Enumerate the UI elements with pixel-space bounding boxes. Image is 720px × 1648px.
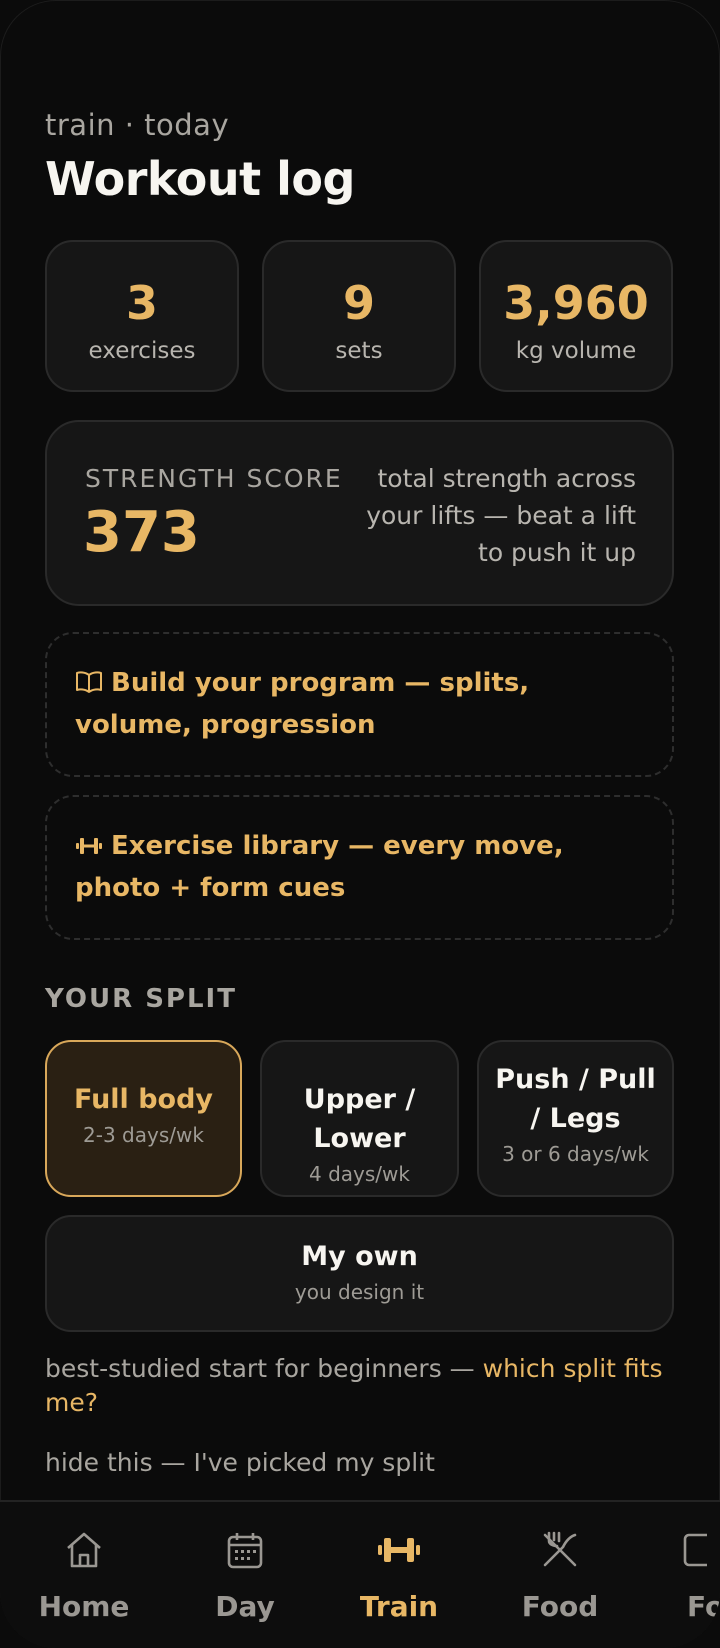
strength-score-description: total strength across your lifts — beat … [366,464,636,567]
strength-score-label: STRENGTH SCORE [85,464,343,493]
split-option-sub: 3 or 6 days/wk [502,1142,649,1166]
nav-tab-fo[interactable]: Fo [665,1526,720,1623]
strength-score-card: STRENGTH SCORE 373 total strength across… [45,420,674,606]
split-option-upper-lower[interactable]: Upper / Lower 4 days/wk [260,1040,459,1197]
nav-tab-label: Food [521,1590,599,1623]
bottom-nav: Home Day Train Food Fo [0,1500,720,1648]
dumbbell-icon [339,1526,459,1574]
split-hint: best-studied start for beginners — which… [45,1352,675,1420]
stat-label: kg volume [515,338,637,364]
nav-tab-label: Train [359,1590,439,1623]
split-heading: YOUR SPLIT [45,984,237,1014]
nav-tab-label: Home [38,1590,130,1623]
split-hint-text: best-studied start for beginners — [45,1354,483,1383]
stat-value: 3,960 [503,276,649,330]
stat-card-volume: 3,960 kg volume [479,240,673,392]
calendar-icon [185,1526,305,1574]
exercise-library-link[interactable]: Exercise library — every move, photo + f… [45,795,674,940]
split-option-name: Push / Pull / Legs [495,1064,656,1134]
exercise-library-label: Exercise library — every move, photo + f… [75,831,564,903]
split-option-full-body[interactable]: Full body 2-3 days/wk [45,1040,242,1197]
food-icon [665,1526,720,1574]
stat-value: 9 [342,276,375,330]
split-option-name: My own [301,1241,418,1272]
home-icon [24,1526,144,1574]
strength-score-value: 373 [83,500,200,565]
split-option-name: Full body [73,1084,214,1115]
split-option-push-pull-legs[interactable]: Push / Pull / Legs 3 or 6 days/wk [477,1040,674,1197]
stat-label: sets [335,338,383,364]
nav-tab-home[interactable]: Home [24,1526,144,1623]
page-eyebrow: train · today [45,108,230,142]
build-program-link[interactable]: Build your program — splits, volume, pro… [45,632,674,777]
nav-tab-label: Day [215,1590,275,1623]
build-program-label: Build your program — splits, volume, pro… [75,668,530,740]
split-option-sub: you design it [294,1280,425,1304]
nav-tab-day[interactable]: Day [185,1526,305,1623]
book-icon [75,667,103,706]
page-title: Workout log [45,152,355,206]
nav-tab-label: Fo [687,1590,720,1623]
dumbbell-icon [75,830,103,869]
stat-card-sets: 9 sets [262,240,456,392]
app-screen: train · today Workout log 3 exercises 9 … [0,0,720,1648]
stat-value: 3 [125,276,158,330]
stat-label: exercises [88,338,196,364]
split-option-sub: 4 days/wk [309,1162,410,1186]
hide-split-link[interactable]: hide this — I've picked my split [45,1448,435,1477]
nav-tab-train[interactable]: Train [339,1526,459,1623]
split-option-name: Upper / Lower [303,1084,416,1154]
utensils-icon [500,1526,620,1574]
stat-card-exercises: 3 exercises [45,240,239,392]
nav-tab-food[interactable]: Food [500,1526,620,1623]
split-option-sub: 2-3 days/wk [83,1123,204,1147]
split-option-my-own[interactable]: My own you design it [45,1215,674,1332]
